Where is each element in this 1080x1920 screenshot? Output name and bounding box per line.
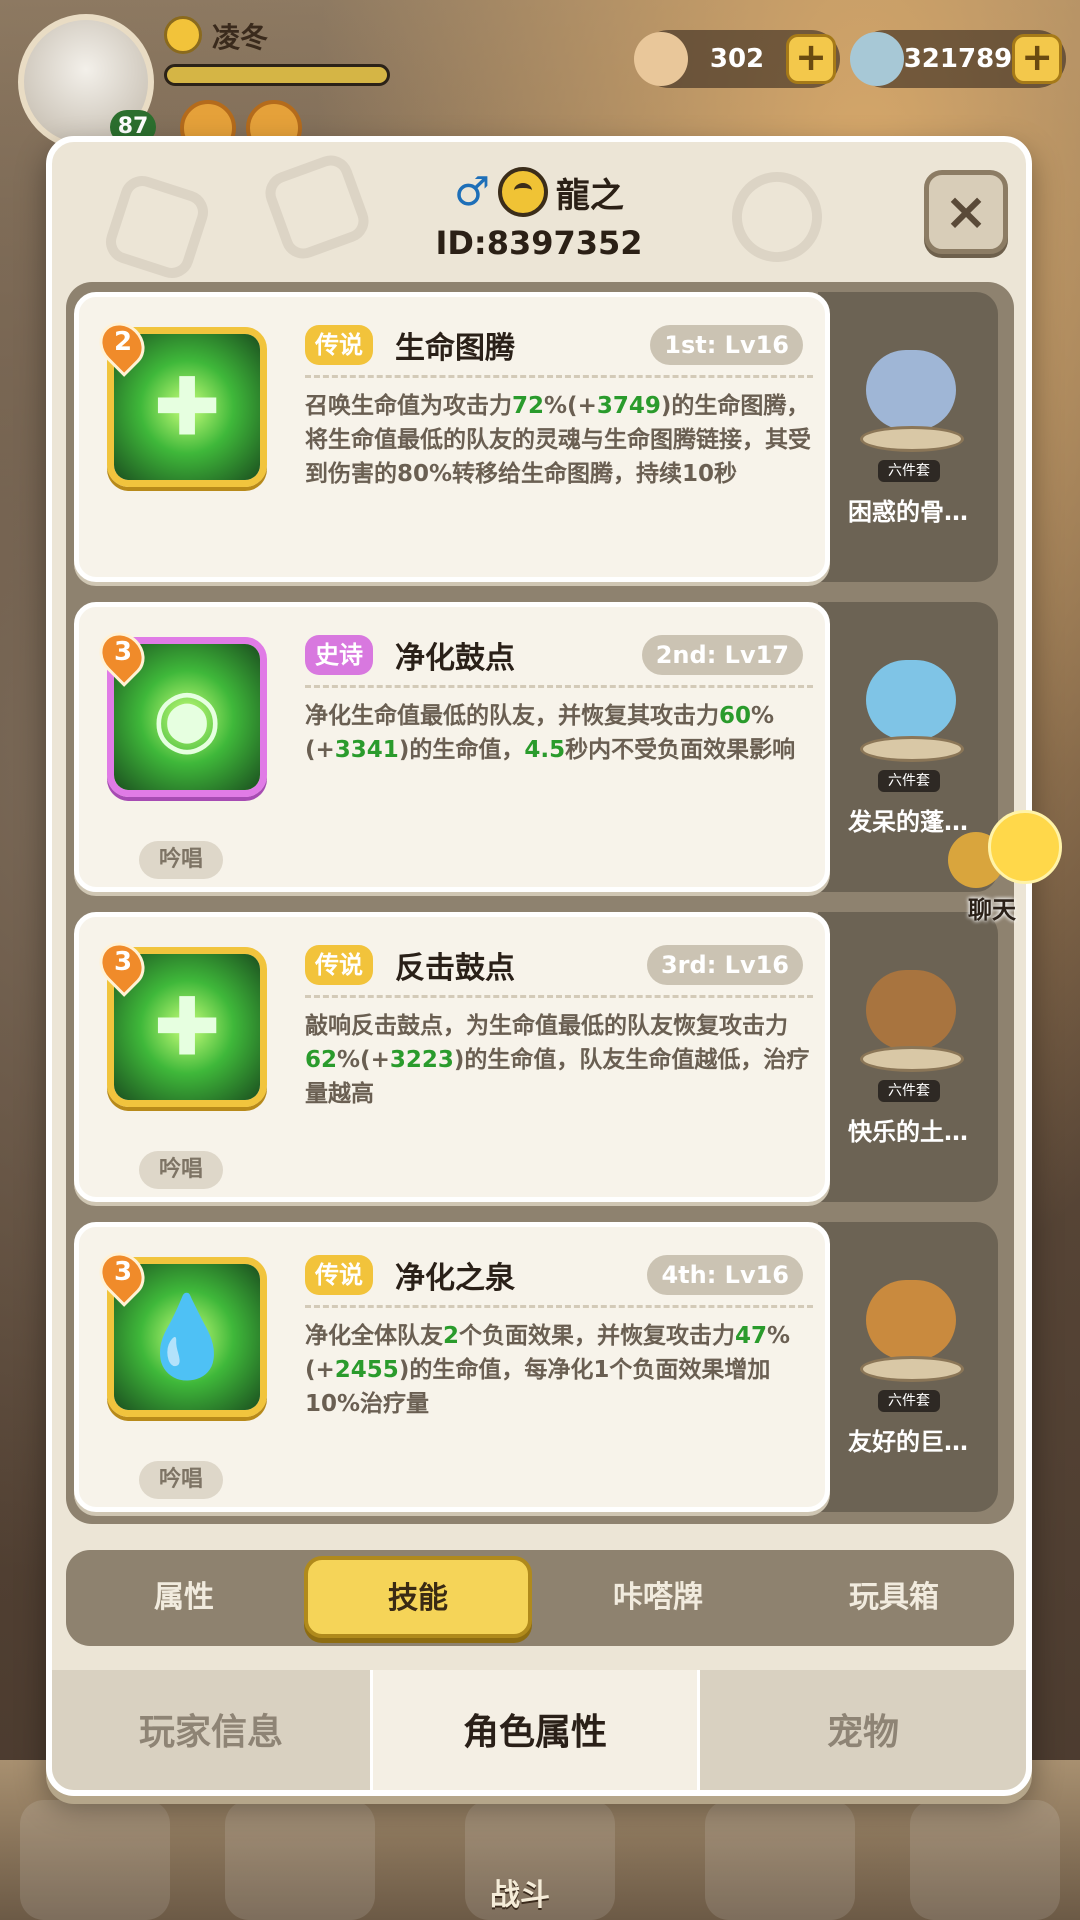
skill-level-number: 2 [113,327,133,357]
sub-tab-bar: 属性 技能 咔嗒牌 玩具箱 [66,1550,1014,1646]
set-tag: 六件套 [878,770,940,792]
toy-name: 友好的巨… [848,1428,968,1456]
nav-item-hero-2[interactable] [225,1800,375,1920]
skill-card[interactable]: ◉ 3 史诗 净化鼓点 2nd: Lv17 净化生命值最低的队友，并恢复其攻击力… [74,602,830,892]
set-tag: 六件套 [878,1390,940,1412]
set-tag: 六件套 [878,460,940,482]
skill-description: 净化全体队友2个负面效果，并恢复攻击力47%(+2455)的生命值，每净化1个负… [305,1323,791,1417]
add-shell-button[interactable]: + [786,34,836,84]
skill-card[interactable]: 💧 3 传说 净化之泉 4th: Lv16 净化全体队友2个负面效果，并恢复攻击… [74,1222,830,1512]
gem-icon [850,32,904,86]
shell-currency: 302 + [634,30,840,88]
toy-name: 困惑的骨… [848,498,968,526]
skill-card[interactable]: ✚ 2 传说 生命图腾 1st: Lv16 召唤生命值为攻击力72%(+3749… [74,292,830,582]
divider [305,995,813,998]
character-name: 龍之 [555,175,624,216]
toy-set-card[interactable]: 六件套 困惑的骨… [818,292,998,582]
toy-name: 快乐的土… [848,1118,968,1146]
rarity-tag: 史诗 [305,635,373,675]
skills-list: 六件套 困惑的骨… ✚ 2 传说 生命图腾 1st: Lv16 召唤生命值为攻击… [66,282,1014,1524]
skill-slot-level: 3rd: Lv16 [646,945,803,985]
rarity-tag: 传说 [305,945,373,985]
dragon-emoji-icon [497,167,548,217]
gem-amount: 321789 [903,44,1013,74]
nav-item-hero-1[interactable] [20,1800,170,1920]
character-header: ♂ 龍之 [52,162,1026,222]
shell-icon [634,32,688,86]
toy-figure-icon [856,950,966,1072]
skill-level-number: 3 [113,947,133,977]
tab-skills[interactable]: 技能 [304,1556,532,1638]
player-exp-fill [167,67,387,83]
player-emoji-icon [164,16,202,54]
skill-description: 召唤生命值为攻击力72%(+3749)的生命图腾，将生命值最低的队友的灵魂与生命… [305,393,811,487]
divider [305,1305,813,1308]
divider [305,375,813,378]
tab-player-info[interactable]: 玩家信息 [52,1670,370,1790]
set-tag: 六件套 [878,1080,940,1102]
tab-toybox[interactable]: 玩具箱 [776,1550,1012,1646]
character-info-dialog: ♂ 龍之 ID:8397352 × 六件套 困惑的骨… ✚ 2 传说 生命图腾 … [46,136,1032,1796]
skill-slot-level: 4th: Lv16 [647,1255,803,1295]
nav-item-hero-3[interactable] [705,1800,855,1920]
skill-level-number: 3 [113,1257,133,1287]
chant-tag: 吟唱 [139,1151,223,1189]
toy-figure-icon [856,640,966,762]
skill-level-number: 3 [113,637,133,667]
skill-name: 生命图腾 [395,331,515,366]
skill-description: 净化生命值最低的队友，并恢复其攻击力60%(+3341)的生命值，4.5秒内不受… [305,703,796,763]
chat-emoji-icon [988,810,1062,884]
toy-set-card[interactable]: 六件套 快乐的土… [818,912,998,1202]
toy-figure-icon [856,330,966,452]
skill-card[interactable]: ✚ 3 传说 反击鼓点 3rd: Lv16 敲响反击鼓点，为生命值最低的队友恢复… [74,912,830,1202]
tab-character-attributes[interactable]: 角色属性 [370,1670,700,1790]
battle-label: 战斗 [490,1878,550,1913]
skill-name: 净化鼓点 [395,641,515,676]
player-exp-bar [164,64,390,86]
add-gem-button[interactable]: + [1012,34,1062,84]
tab-pets[interactable]: 宠物 [700,1670,1026,1790]
player-name: 凌冬 [212,21,269,54]
tab-kada-cards[interactable]: 咔嗒牌 [540,1550,776,1646]
nav-item-hero-4[interactable] [910,1800,1060,1920]
shell-amount: 302 [709,44,765,74]
toy-set-card[interactable]: 六件套 友好的巨… [818,1222,998,1512]
gem-currency: 321789 + [850,30,1066,88]
skill-name: 净化之泉 [395,1261,515,1296]
top-status-bar: 87 凌冬 302 + 321789 + [0,0,1080,156]
main-tab-bar: 玩家信息 角色属性 宠物 [52,1670,1026,1790]
skill-description: 敲响反击鼓点，为生命值最低的队友恢复攻击力62%(+3223)的生命值，队友生命… [305,1013,810,1107]
skill-slot-level: 2nd: Lv17 [641,635,803,675]
close-icon: × [944,182,988,242]
toy-figure-icon [856,1260,966,1382]
male-gender-icon: ♂ [454,169,490,215]
skill-name: 反击鼓点 [395,951,515,986]
chat-button[interactable]: 聊天 [948,810,1068,930]
divider [305,685,813,688]
character-id: ID:8397352 [435,224,643,262]
chant-tag: 吟唱 [139,841,223,879]
tab-attributes[interactable]: 属性 [66,1550,302,1646]
rarity-tag: 传说 [305,325,373,365]
chant-tag: 吟唱 [139,1461,223,1499]
skill-slot-level: 1st: Lv16 [650,325,803,365]
rarity-tag: 传说 [305,1255,373,1295]
chat-label: 聊天 [968,896,1016,924]
close-button[interactable]: × [924,170,1008,254]
